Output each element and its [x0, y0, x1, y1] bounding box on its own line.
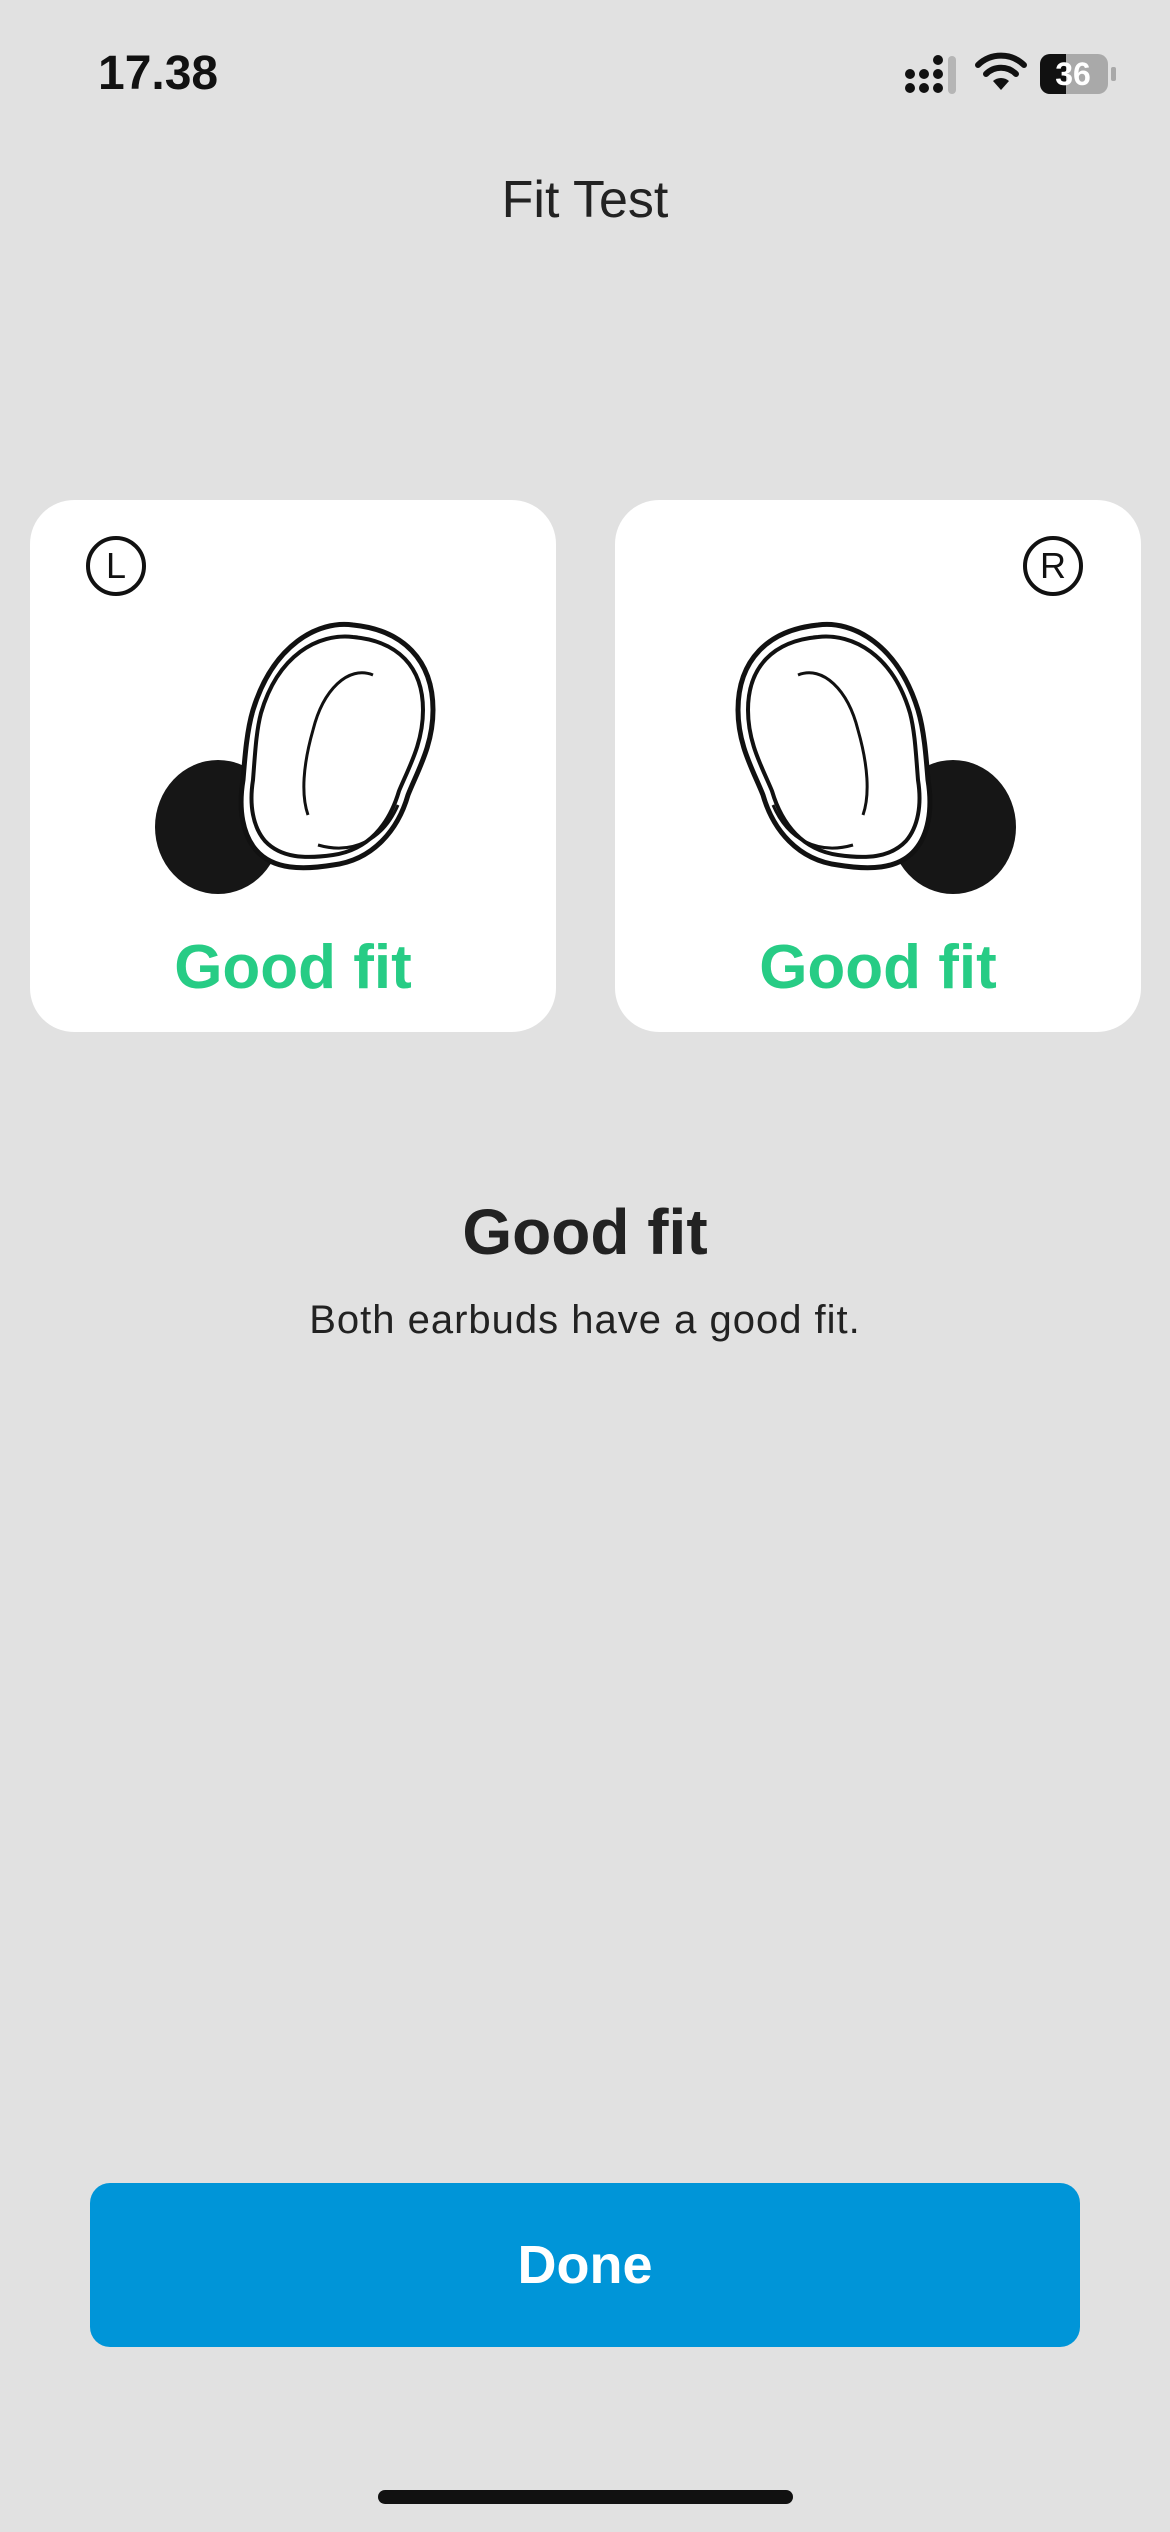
signal-icon — [905, 55, 956, 94]
right-earbud-card: R Good fit — [615, 500, 1141, 1032]
left-earbud-card: L Good fit — [30, 500, 556, 1032]
result-description: Both earbuds have a good fit. — [309, 1298, 861, 1342]
result-title: Good fit — [462, 1196, 708, 1268]
home-indicator[interactable] — [378, 2490, 793, 2504]
status-bar: 17.38 36 — [0, 0, 1170, 150]
left-earbud-icon — [155, 621, 436, 894]
right-side-badge: R — [1023, 536, 1083, 596]
right-fit-status: Good fit — [759, 933, 997, 1002]
left-fit-status: Good fit — [174, 933, 412, 1002]
battery-level: 36 — [1055, 56, 1091, 92]
wifi-icon — [975, 52, 1027, 90]
left-side-badge: L — [86, 536, 146, 596]
right-earbud-icon — [735, 621, 1016, 894]
status-time: 17.38 — [98, 47, 219, 100]
done-button[interactable]: Done — [90, 2183, 1080, 2347]
page-title: Fit Test — [501, 171, 669, 229]
